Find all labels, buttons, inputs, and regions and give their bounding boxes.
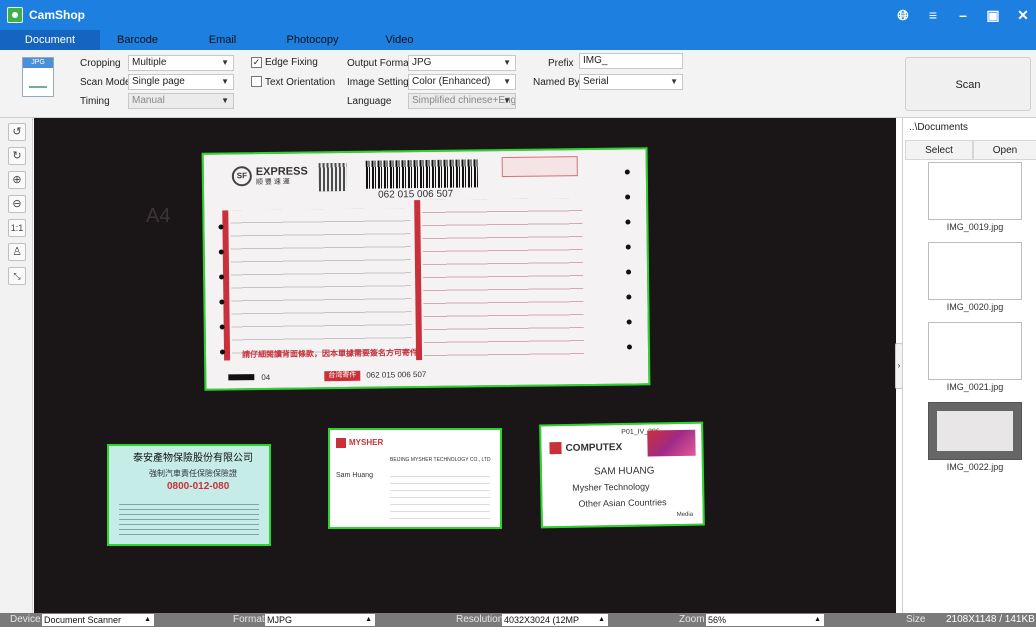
format-select[interactable]: MJPG ▲ — [265, 614, 375, 626]
named-by-label: Named By — [533, 77, 580, 88]
language-label: Language — [347, 96, 392, 107]
actual-size-icon[interactable]: 1:1 — [8, 219, 26, 237]
sf-logo-icon: SF — [231, 166, 252, 187]
named-by-select[interactable]: Serial ▼ — [579, 74, 683, 90]
cropping-label: Cropping — [80, 58, 121, 69]
mysher-logo-icon — [336, 438, 346, 448]
text-orientation-checkbox[interactable] — [251, 76, 262, 87]
mysher-card-crop-frame[interactable]: MYSHER BEIJING MYSHER TECHNOLOGY CO., LT… — [328, 428, 502, 529]
insurance-card-crop-frame[interactable]: 泰安產物保險股份有限公司 強制汽車責任保險保險證 0800-012-080 — [107, 444, 271, 546]
insurance-card: 泰安產物保險股份有限公司 強制汽車責任保險保險證 0800-012-080 — [109, 446, 269, 544]
computex-logo-icon — [549, 442, 562, 455]
edge-fixing-label: Edge Fixing — [265, 57, 318, 68]
waybill-document: SF EXPRESS 顺 豐 速 運 062 015 006 507 請仔細閱讀… — [203, 149, 649, 389]
zoom-out-icon[interactable]: ⊖ — [8, 195, 26, 213]
tab-document[interactable]: Document — [0, 30, 100, 50]
size-label: Size — [906, 614, 926, 625]
prefix-label: Prefix — [548, 58, 574, 69]
thumbnail-image-selected[interactable] — [928, 402, 1022, 460]
chevron-down-icon: ▼ — [503, 58, 511, 67]
tool-strip: ↺ ↻ ⊕ ⊖ 1:1 ♙ ⤡ — [0, 118, 33, 613]
title-bar: CamShop 🌐︎ ≡ – ▣ ✕ — [0, 0, 1036, 30]
thumbnail-label: IMG_0019.jpg — [946, 222, 1004, 232]
text-orientation-label: Text Orientation — [265, 77, 336, 88]
restore-icon[interactable]: ▣ — [984, 7, 1002, 24]
file-panel: ..\Documents Select Open IMG_0019.jpg IM… — [902, 118, 1036, 613]
chevron-down-icon: ▼ — [221, 77, 229, 86]
mysher-card: MYSHER BEIJING MYSHER TECHNOLOGY CO., LT… — [330, 430, 500, 527]
rotate-right-icon[interactable]: ↻ — [8, 147, 26, 165]
tab-bar: Document Barcode Email Photocopy Video — [0, 30, 1036, 50]
thumbnail-label: IMG_0021.jpg — [946, 382, 1004, 392]
app-title: CamShop — [29, 8, 86, 22]
image-format-icon[interactable]: JPG — [22, 57, 54, 97]
chevron-up-icon: ▲ — [814, 616, 821, 623]
thumbnail-image[interactable] — [928, 162, 1022, 220]
device-label: Device — [10, 614, 41, 625]
prefix-input[interactable]: IMG_ — [579, 53, 683, 69]
computex-card: P01_IV_396 COMPUTEX SAM HUANG Mysher Tec… — [541, 423, 703, 527]
open-button[interactable]: Open — [973, 140, 1036, 160]
fit-icon[interactable]: ⤡ — [8, 267, 26, 285]
resolution-label: Resolution — [456, 614, 504, 625]
chevron-down-icon: ▼ — [503, 77, 511, 86]
close-icon[interactable]: ✕ — [1014, 7, 1032, 24]
camera-preview[interactable]: A4 SF EXPRESS 顺 豐 速 運 062 015 006 507 請仔… — [34, 118, 896, 613]
tab-email[interactable]: Email — [185, 30, 260, 50]
tab-photocopy[interactable]: Photocopy — [270, 30, 355, 50]
computex-graphic — [647, 429, 696, 457]
barcode — [365, 159, 479, 189]
rotate-left-icon[interactable]: ↺ — [8, 123, 26, 141]
thumbnail-image[interactable] — [928, 242, 1022, 300]
folder-path: ..\Documents — [909, 122, 968, 133]
zoom-select[interactable]: 56% ▲ — [706, 614, 824, 626]
scan-button[interactable]: Scan — [905, 57, 1031, 111]
status-bar: Device Document Scanner ▲ Format MJPG ▲ Re… — [0, 613, 1036, 627]
output-format-label: Output Format — [347, 58, 412, 69]
chevron-down-icon: ▼ — [221, 96, 229, 105]
zoom-in-icon[interactable]: ⊕ — [8, 171, 26, 189]
image-settings-select[interactable]: Color (Enhanced) ▼ — [408, 74, 516, 90]
app-logo-icon — [7, 7, 23, 23]
language-select[interactable]: Simplified chinese+Eng ▼ — [408, 93, 516, 109]
qr-code — [318, 162, 348, 192]
tab-video[interactable]: Video — [362, 30, 437, 50]
chevron-down-icon: ▼ — [670, 77, 678, 86]
timing-select[interactable]: Manual ▼ — [128, 93, 234, 109]
settings-toolbar: JPG Cropping Multiple ▼ Scan Mode Single … — [0, 50, 1036, 118]
scan-mode-label: Scan Mode — [80, 77, 131, 88]
output-format-select[interactable]: JPG ▼ — [408, 55, 516, 71]
thumbnail-image[interactable] — [928, 322, 1022, 380]
chevron-up-icon: ▲ — [144, 616, 151, 623]
chevron-up-icon: ▲ — [598, 616, 605, 623]
chevron-down-icon: ▼ — [221, 58, 229, 67]
chevron-up-icon: ▲ — [365, 616, 372, 623]
computex-card-crop-frame[interactable]: P01_IV_396 COMPUTEX SAM HUANG Mysher Tec… — [539, 421, 705, 529]
thumbnail-label: IMG_0022.jpg — [946, 462, 1004, 472]
select-button[interactable]: Select — [905, 140, 973, 160]
thumbnail-label: IMG_0020.jpg — [946, 302, 1004, 312]
chevron-down-icon: ▼ — [503, 96, 511, 105]
edge-fixing-checkbox[interactable]: ✓ — [251, 57, 262, 68]
scan-mode-select[interactable]: Single page ▼ — [128, 74, 234, 90]
cropping-select[interactable]: Multiple ▼ — [128, 55, 234, 71]
globe-icon[interactable]: 🌐︎ — [894, 7, 912, 24]
zoom-label: Zoom — [679, 614, 705, 625]
image-settings-label: Image Settings — [347, 77, 414, 88]
stamp-icon[interactable]: ♙ — [8, 243, 26, 261]
device-select[interactable]: Document Scanner ▲ — [42, 614, 154, 626]
tab-barcode[interactable]: Barcode — [100, 30, 175, 50]
resolution-select[interactable]: 4032X3024 (12MP ▲ — [502, 614, 608, 626]
waybill-crop-frame[interactable]: SF EXPRESS 顺 豐 速 運 062 015 006 507 請仔細閱讀… — [201, 147, 651, 391]
dropdown-menu-icon[interactable]: ≡ — [924, 7, 942, 23]
a4-watermark: A4 — [146, 205, 171, 227]
timing-label: Timing — [80, 96, 110, 107]
size-value: 2108X1148 / 141KB — [946, 614, 1035, 625]
minimize-icon[interactable]: – — [954, 7, 972, 23]
format-label: Format — [233, 614, 265, 625]
